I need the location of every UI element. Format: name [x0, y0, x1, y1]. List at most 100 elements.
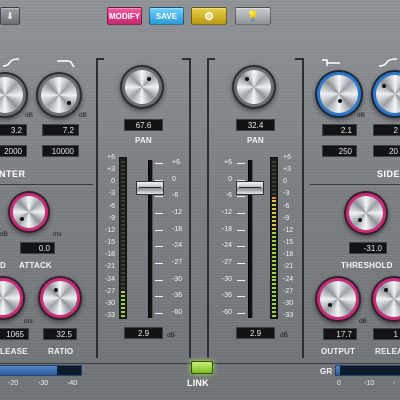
pan-label-left: PAN [135, 136, 152, 145]
release-value-right[interactable]: 1 [373, 328, 400, 340]
fader-handle-right[interactable] [236, 181, 264, 195]
scale-tick-label: -27 [221, 259, 232, 266]
scale-tick-label: 0 [228, 175, 232, 183]
pan-label-right: PAN [247, 136, 264, 145]
low-cut-icon [322, 59, 340, 66]
eq-freq-value-1[interactable]: 2000 [0, 145, 27, 157]
meter-segment [272, 184, 276, 187]
meter-segment [272, 188, 276, 191]
ratio-value[interactable]: 32.5 [43, 328, 77, 340]
pan-value-left[interactable]: 67.6 [124, 119, 163, 131]
scale-tick-label: -36 [221, 292, 232, 300]
meter-segment [272, 224, 276, 227]
eq-gain-value-1[interactable]: 3.2 [0, 124, 27, 136]
scale-tick-label: -6 [108, 202, 115, 210]
meter-segment [121, 200, 125, 203]
meter-segment [272, 176, 276, 179]
db-unit: dB [25, 112, 33, 119]
threshold-knob[interactable] [349, 196, 383, 230]
save-button[interactable]: SAVE [149, 7, 184, 25]
meter-segment [121, 243, 125, 246]
meter-segment [121, 283, 125, 286]
scale-tick-label: -24 [221, 242, 232, 250]
fader-value-right[interactable]: 2.9 [236, 327, 275, 339]
eq-gain-knob-3[interactable] [320, 75, 358, 113]
meter-segment [121, 299, 125, 302]
meter-segment [121, 180, 125, 183]
scale-tick-label: -30 [172, 275, 183, 283]
fader-tick [237, 296, 245, 298]
download-icon[interactable]: ⬇ [0, 7, 20, 25]
fader-tick [237, 213, 245, 214]
meter-segment [272, 236, 276, 238]
ratio-knob[interactable] [43, 281, 77, 315]
scale-tick-label: -9 [108, 214, 115, 222]
meter-segment [272, 271, 276, 274]
release-value[interactable]: 1065 [0, 328, 29, 340]
scale-tick-label: -18 [283, 251, 294, 259]
fader-value-left[interactable]: 2.9 [124, 327, 163, 339]
db-unit: dB [359, 318, 367, 325]
eq-gain-knob-2[interactable] [41, 77, 77, 113]
scale-tick-label: -27 [283, 287, 294, 295]
release-knob-right[interactable] [376, 281, 400, 317]
fader-tick [237, 246, 245, 248]
meter-segment [272, 303, 276, 306]
fader-tick [155, 263, 163, 264]
meter-segment [272, 295, 276, 298]
meter-segment [121, 208, 125, 211]
modify-button[interactable]: MODIFY [107, 7, 142, 25]
lightbulb-icon[interactable]: 💡 [235, 7, 271, 25]
meter-segment [272, 160, 276, 163]
release-knob[interactable] [0, 281, 20, 315]
meter-segment [121, 307, 125, 310]
meter-segment [121, 184, 125, 187]
eq-gain-knob-4[interactable] [376, 75, 400, 113]
frame-line [96, 58, 104, 60]
meter-segment [121, 224, 125, 227]
meter-segment [121, 275, 125, 278]
link-label: LINK [187, 378, 209, 388]
eq-gain-value-4[interactable]: 2 [373, 124, 400, 136]
meter-segment [272, 311, 276, 314]
level-meter-right [270, 157, 278, 319]
eq-gain-value-2[interactable]: 7.2 [42, 124, 79, 136]
fader-tick [237, 229, 245, 231]
pan-knob-left[interactable] [125, 70, 159, 104]
scale-tick-label: -12 [283, 226, 294, 234]
link-toggle[interactable] [191, 361, 213, 374]
eq-freq-value-4[interactable]: 20 [373, 145, 400, 157]
fader-tick [155, 246, 163, 248]
gear-icon[interactable]: ⚙ [191, 7, 227, 25]
meter-segment [272, 275, 276, 278]
fader-handle-left[interactable] [136, 181, 164, 195]
eq-freq-value-3[interactable]: 250 [322, 145, 357, 157]
meter-segment [121, 295, 125, 298]
scale-tick-label: +6 [224, 159, 232, 166]
attack-knob[interactable] [13, 196, 45, 228]
output-value[interactable]: 17.7 [323, 328, 357, 340]
gain-reduction-fill-left [0, 366, 57, 375]
high-shelf-icon [378, 58, 398, 67]
frame-line [207, 58, 209, 358]
attack-value[interactable]: 0.0 [20, 242, 55, 254]
meter-segment [121, 303, 125, 306]
meter-segment [121, 196, 125, 199]
ms-unit: ms [24, 318, 33, 325]
high-shelf-icon [2, 58, 20, 67]
eq-gain-knob-1[interactable] [0, 77, 23, 113]
pan-value-right[interactable]: 32.4 [236, 119, 275, 131]
meter-segment [121, 251, 125, 254]
gr-label: GR [320, 367, 333, 376]
eq-freq-value-2[interactable]: 10000 [42, 145, 79, 157]
output-knob[interactable] [320, 281, 356, 317]
meter-segment [272, 168, 276, 171]
eq-gain-value-3[interactable]: 2.1 [322, 124, 357, 136]
pan-knob-right[interactable] [237, 70, 271, 104]
meter-segment [272, 279, 276, 282]
meter-segment [121, 192, 125, 195]
meter-segment [272, 196, 276, 199]
meter-segment [121, 212, 125, 215]
threshold-value[interactable]: -31.0 [349, 242, 387, 254]
meter-segment [121, 164, 125, 167]
